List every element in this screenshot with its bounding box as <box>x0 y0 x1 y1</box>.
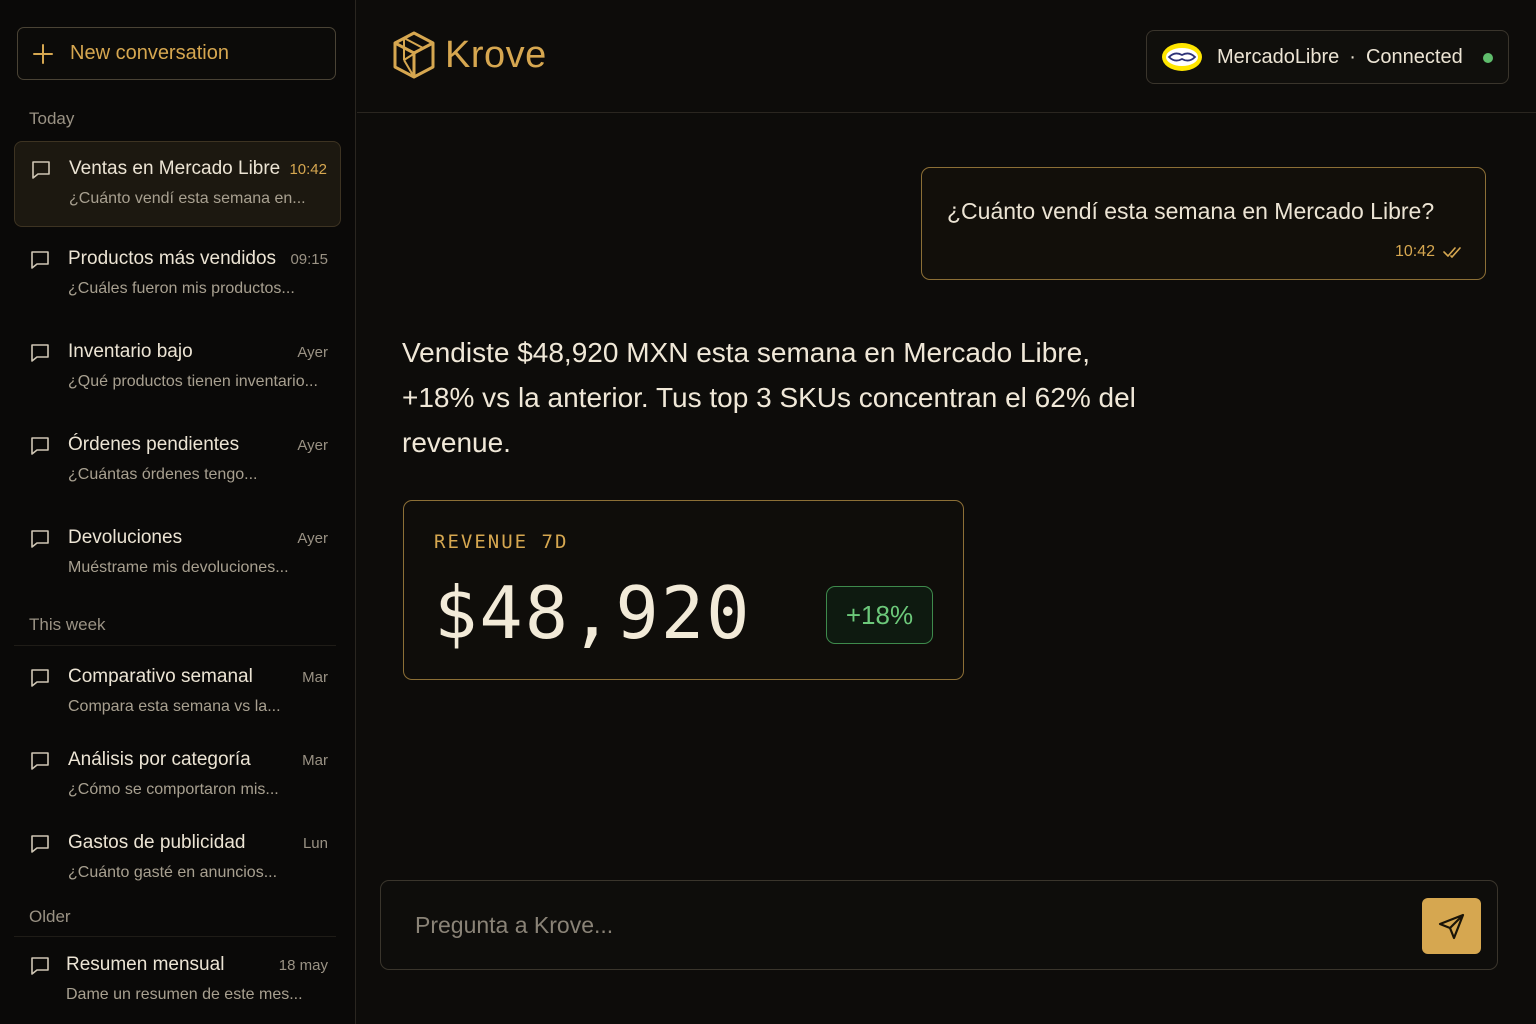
conversation-preview: ¿Cómo se comportaron mis... <box>68 781 279 798</box>
revenue-card: REVENUE 7D $48,920 +18% <box>403 500 964 680</box>
app-name: Krove <box>445 33 547 76</box>
separator-dot: · <box>1349 45 1356 68</box>
chat-bubble-icon <box>31 957 49 975</box>
section-divider <box>14 936 336 937</box>
top-bar: Krove MercadoLibre · Connected <box>357 0 1536 113</box>
conversation-preview: ¿Cuántas órdenes tengo... <box>68 466 258 483</box>
conversation-time: Mar <box>302 669 328 686</box>
conversation-time: 18 may <box>278 957 328 974</box>
conversation-title: Productos más vendidos <box>68 248 277 269</box>
conversation-title: Análisis por categoría <box>68 749 251 770</box>
conversation-title: Resumen mensual <box>66 954 225 975</box>
conversation-title: Comparativo semanal <box>68 666 253 687</box>
plus-icon <box>33 43 53 64</box>
conversation-preview: ¿Qué productos tienen inventario... <box>68 373 318 390</box>
conversation-title: Ventas en Mercado Libre <box>69 158 281 179</box>
conversation-item[interactable]: Comparativo semanal Mar Compara esta sem… <box>14 650 341 736</box>
conversation-time: Mar <box>302 752 328 769</box>
section-divider <box>14 645 336 646</box>
chat-bubble-icon <box>31 344 49 362</box>
conversation-time: Ayer <box>297 530 328 547</box>
conversation-preview: Dame un resumen de este mes... <box>66 986 303 1003</box>
conversation-item[interactable]: Órdenes pendientes Ayer ¿Cuántas órdenes… <box>14 418 341 504</box>
conversation-preview: Compara esta semana vs la... <box>68 698 281 715</box>
chat-bubble-icon <box>31 437 49 455</box>
conversation-preview: ¿Cuánto gasté en anuncios... <box>68 864 278 881</box>
conversation-title: Devoluciones <box>68 527 183 548</box>
sidebar: New conversation Today Ventas en Mercado… <box>0 0 356 1024</box>
chat-bubble-icon <box>31 669 49 687</box>
chat-bubble-icon <box>31 530 49 548</box>
connection-status-text: Connected <box>1365 45 1463 68</box>
conversation-time: 09:15 <box>290 251 328 268</box>
connection-status[interactable]: MercadoLibre · Connected <box>1146 30 1509 84</box>
conversation-item[interactable]: Gastos de publicidad Lun ¿Cuánto gasté e… <box>14 816 341 902</box>
conversation-item[interactable]: Resumen mensual 18 may Dame un resumen d… <box>14 938 341 1024</box>
conversation-item[interactable]: Ventas en Mercado Libre 10:42 ¿Cuánto ve… <box>14 141 341 227</box>
message-meta: 10:42 <box>1395 243 1465 261</box>
conversation-time: Lun <box>302 835 328 852</box>
conversation-preview: Muéstrame mis devoluciones... <box>68 559 289 576</box>
chat-bubble-icon <box>32 161 50 179</box>
conversation-item[interactable]: Inventario bajo Ayer ¿Qué productos tien… <box>14 325 341 411</box>
chat-bubble-icon <box>31 752 49 770</box>
conversation-time: Ayer <box>297 437 328 454</box>
message-input[interactable] <box>415 903 1395 947</box>
conversation-time: 10:42 <box>289 161 327 178</box>
section-label-this-week: This week <box>29 615 106 634</box>
mercadolibre-logo-icon <box>1162 43 1202 71</box>
section-label-today: Today <box>29 109 75 128</box>
revenue-change-badge: +18% <box>826 586 933 644</box>
user-message-bubble: ¿Cuánto vendí esta semana en Mercado Lib… <box>921 167 1486 280</box>
assistant-message-text: Vendiste $48,920 MXN esta semana en Merc… <box>402 337 1136 458</box>
new-conversation-button[interactable]: New conversation <box>17 27 336 80</box>
connected-service-name: MercadoLibre <box>1217 45 1340 68</box>
conversation-title: Inventario bajo <box>68 341 193 362</box>
send-icon <box>1438 913 1464 940</box>
user-message-text: ¿Cuánto vendí esta semana en Mercado Lib… <box>947 198 1435 224</box>
conversation-item[interactable]: Devoluciones Ayer Muéstrame mis devoluci… <box>14 511 341 597</box>
conversation-time: Ayer <box>297 344 328 361</box>
new-conversation-label: New conversation <box>70 42 229 64</box>
message-time: 10:42 <box>1394 243 1435 260</box>
conversation-preview: ¿Cuánto vendí esta semana en... <box>69 190 306 207</box>
revenue-card-value: $48,920 <box>434 571 752 655</box>
send-button[interactable] <box>1422 898 1481 954</box>
conversation-title: Gastos de publicidad <box>68 832 246 853</box>
conversation-title: Órdenes pendientes <box>68 434 240 455</box>
revenue-card-label: REVENUE 7D <box>434 531 569 553</box>
conversation-item[interactable]: Productos más vendidos 09:15 ¿Cuáles fue… <box>14 232 341 318</box>
section-label-older: Older <box>29 907 71 926</box>
double-check-icon <box>1443 247 1461 258</box>
conversation-preview: ¿Cuáles fueron mis productos... <box>68 280 295 297</box>
cube-logo-icon <box>393 31 435 79</box>
chat-bubble-icon <box>31 251 49 269</box>
conversation-item[interactable]: Análisis por categoría Mar ¿Cómo se comp… <box>14 733 341 819</box>
status-dot-icon <box>1483 53 1493 63</box>
chat-bubble-icon <box>31 835 49 853</box>
app-logo[interactable]: Krove <box>391 30 547 80</box>
message-composer <box>380 880 1498 970</box>
